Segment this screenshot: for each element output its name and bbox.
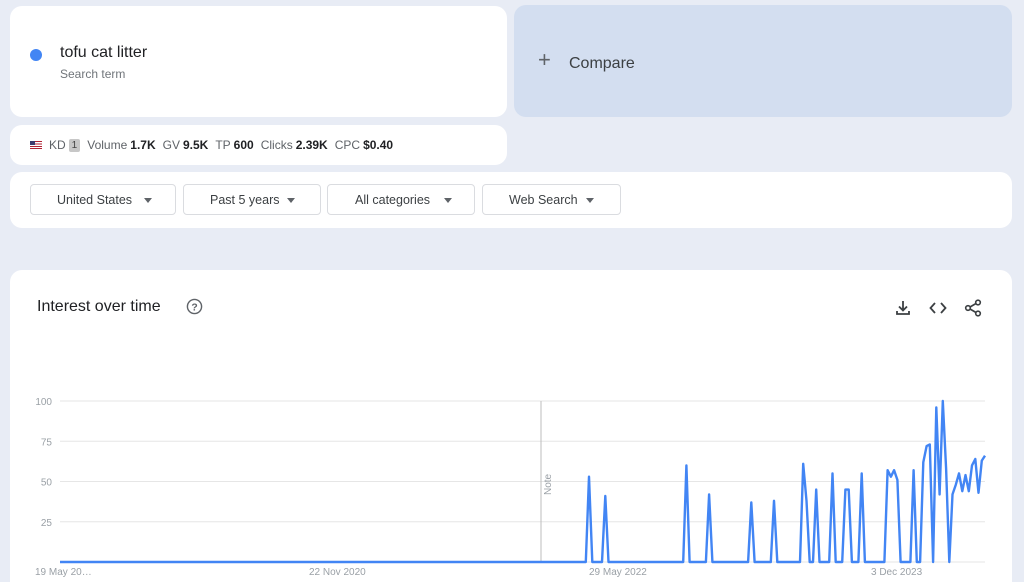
tp-label: TP — [215, 138, 231, 152]
y-tick-label: 75 — [41, 437, 53, 448]
x-tick-label: 29 May 2022 — [589, 567, 647, 578]
search-term-name[interactable]: tofu cat litter — [60, 44, 147, 62]
caret-down-icon — [144, 198, 152, 203]
y-tick-label: 50 — [41, 478, 53, 489]
cpc-label: CPC — [334, 138, 361, 152]
kd-label: KD — [49, 138, 66, 152]
interest-over-time-card: Interest over time ? 100 75 50 25 19 May 20… — [10, 270, 1012, 582]
region-dropdown-label: United States — [57, 192, 133, 207]
search-type-dropdown-label: Web Search — [509, 192, 578, 207]
tp-value: 600 — [233, 138, 254, 152]
x-tick-label: 3 Dec 2023 — [871, 567, 923, 578]
compare-label: Compare — [569, 55, 635, 72]
gv-value: 9.5K — [182, 138, 209, 152]
y-tick-label: 100 — [35, 397, 52, 408]
time-range-dropdown-label: Past 5 years — [210, 192, 280, 207]
y-tick-label: 25 — [41, 518, 53, 529]
keyword-metrics-bar: KD 1 Volume 1.7K GV 9.5K TP 600 Clicks 2… — [10, 125, 507, 165]
compare-button[interactable]: + Compare — [514, 5, 1012, 117]
filter-bar: United States Past 5 years All categorie… — [10, 172, 1012, 228]
search-type-dropdown[interactable]: Web Search — [482, 184, 621, 215]
region-dropdown[interactable]: United States — [30, 184, 176, 215]
search-term-subtitle: Search term — [60, 67, 126, 81]
keyword-metrics: KD 1 Volume 1.7K GV 9.5K TP 600 Clicks 2… — [30, 138, 400, 152]
x-tick-label: 22 Nov 2020 — [309, 567, 366, 578]
category-dropdown[interactable]: All categories — [327, 184, 475, 215]
caret-down-icon — [444, 198, 452, 203]
interest-line-chart: 100 75 50 25 19 May 20… 22 Nov 2020 29 May 20… — [35, 397, 987, 578]
category-dropdown-label: All categories — [355, 192, 431, 207]
caret-down-icon — [287, 198, 295, 203]
clicks-label: Clicks — [260, 138, 293, 152]
cpc-value: $0.40 — [363, 138, 394, 152]
search-term-card[interactable]: tofu cat litter Search term — [10, 6, 507, 117]
note-marker-label[interactable]: Note — [543, 473, 554, 495]
plus-icon: + — [538, 47, 551, 72]
series-color-dot — [30, 49, 42, 61]
us-flag-icon — [30, 141, 42, 149]
x-tick-label: 19 May 20… — [35, 567, 92, 578]
caret-down-icon — [586, 198, 594, 203]
time-range-dropdown[interactable]: Past 5 years — [183, 184, 321, 215]
clicks-value: 2.39K — [295, 138, 328, 152]
volume-label: Volume — [87, 138, 128, 152]
kd-value: 1 — [68, 138, 81, 152]
gv-label: GV — [162, 138, 180, 152]
volume-value: 1.7K — [130, 138, 156, 152]
